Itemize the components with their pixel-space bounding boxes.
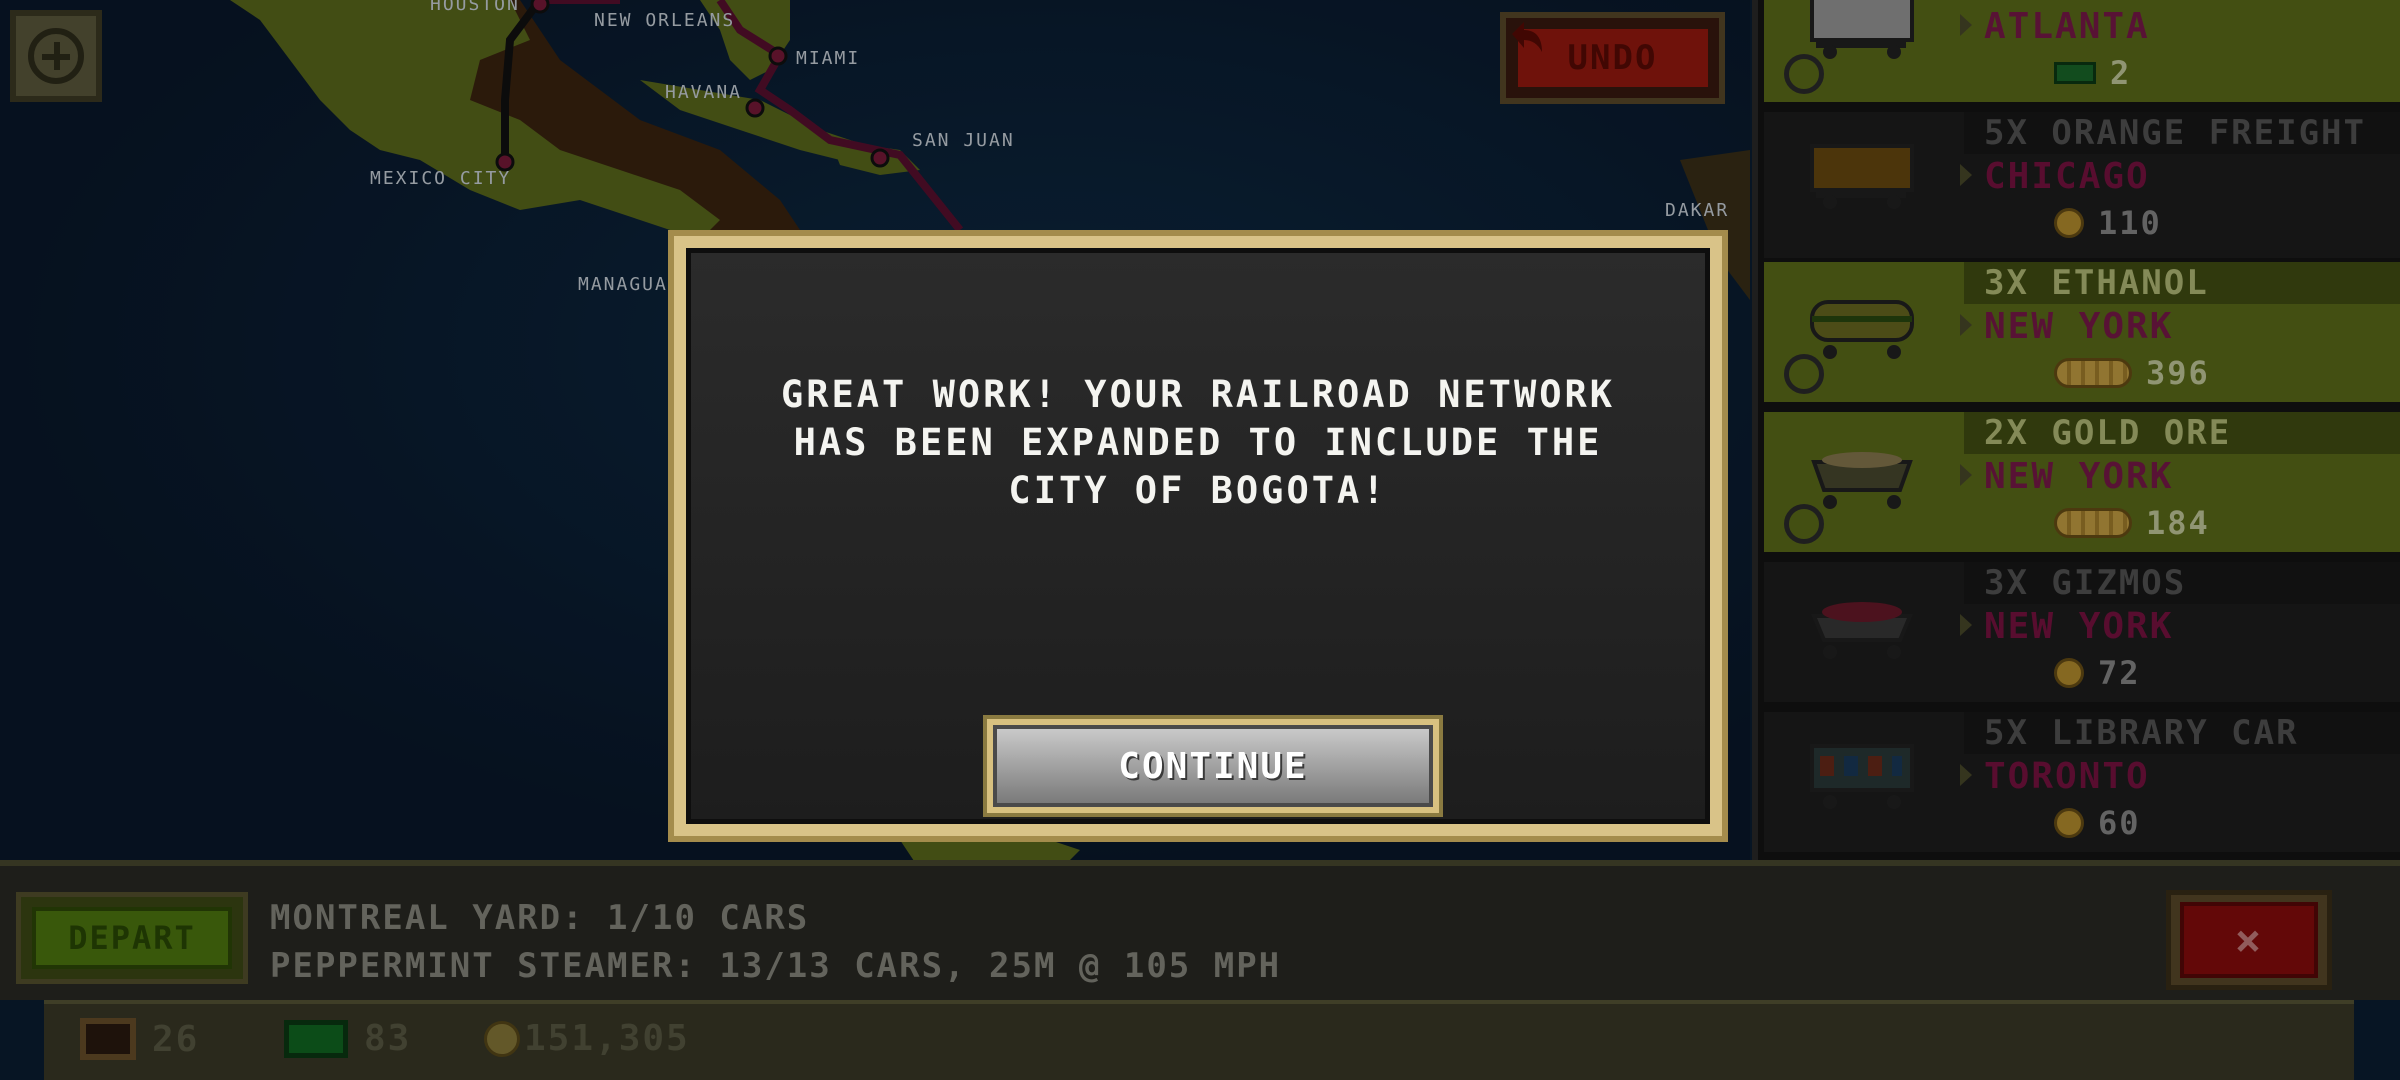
continue-label: CONTINUE [993, 725, 1433, 807]
continue-button[interactable]: CONTINUE [983, 715, 1443, 817]
network-expanded-dialog: GREAT WORK! YOUR RAILROAD NETWORK HAS BE… [668, 230, 1728, 842]
dialog-message-line: CITY OF BOGOTA! [1008, 469, 1388, 512]
dialog-message: GREAT WORK! YOUR RAILROAD NETWORK HAS BE… [691, 371, 1705, 515]
dialog-body: GREAT WORK! YOUR RAILROAD NETWORK HAS BE… [686, 248, 1710, 824]
dialog-message-line: HAS BEEN EXPANDED TO INCLUDE THE [793, 421, 1603, 464]
dialog-message-line: GREAT WORK! YOUR RAILROAD NETWORK [780, 373, 1616, 416]
